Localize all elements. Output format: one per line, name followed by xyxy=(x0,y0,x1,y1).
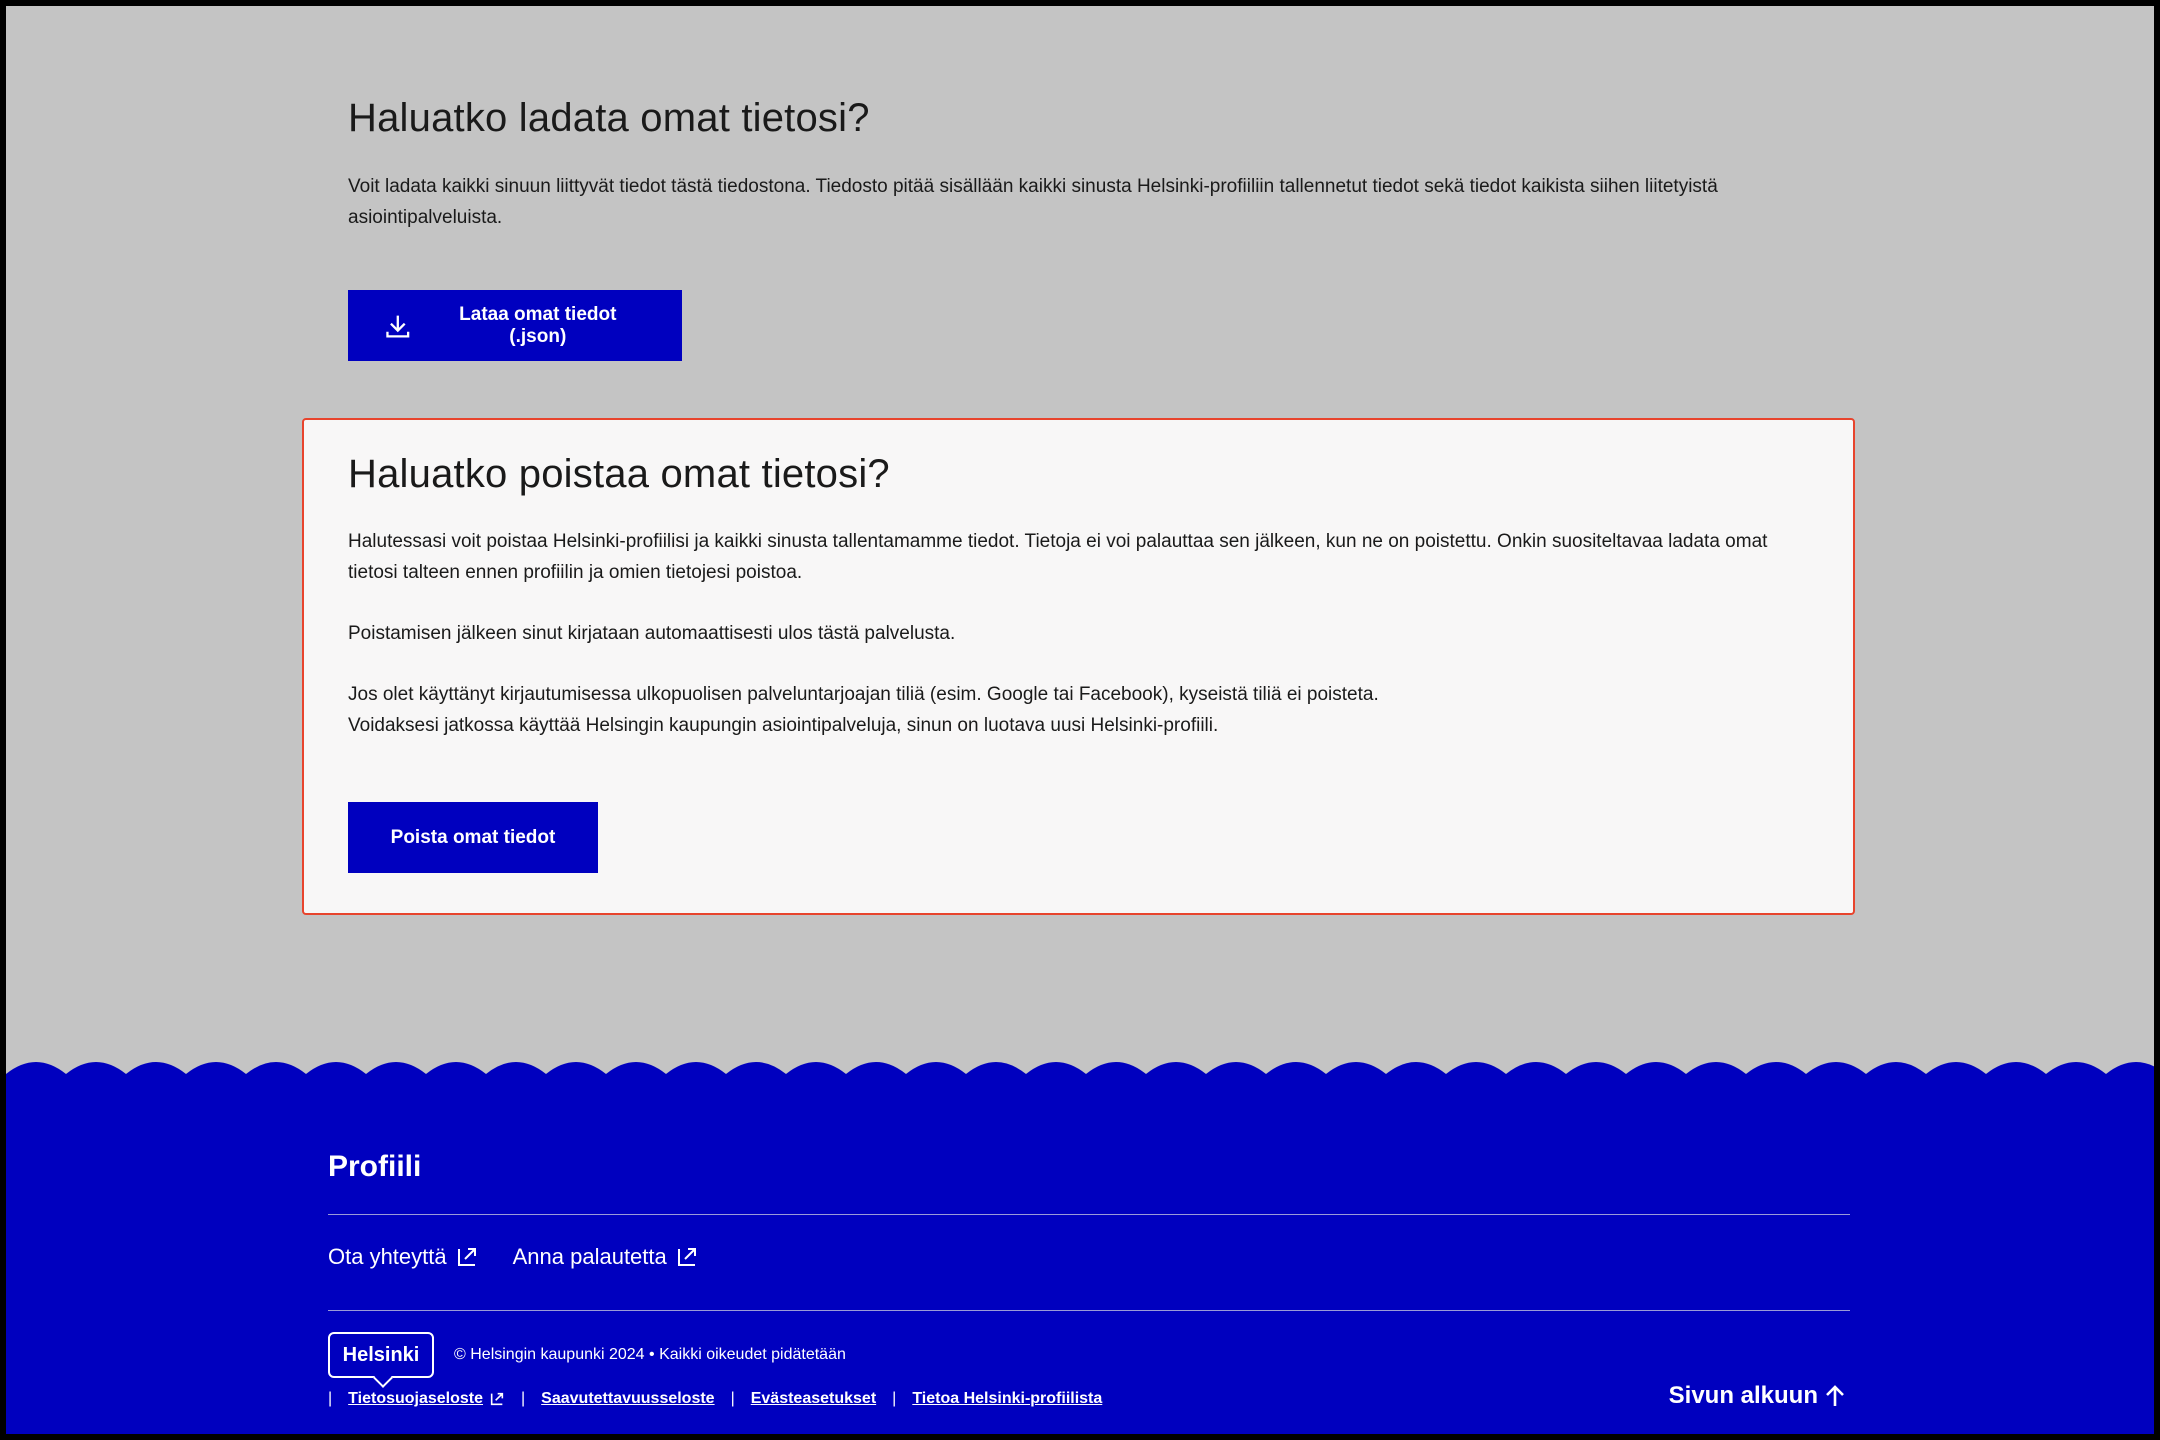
feedback-link-label: Anna palautetta xyxy=(512,1244,667,1269)
footer-title: Profiili xyxy=(328,1150,422,1183)
accessibility-statement-link[interactable]: Saavutettavuusseloste xyxy=(541,1390,714,1408)
privacy-policy-link[interactable]: Tietosuojaseloste xyxy=(348,1390,505,1408)
back-to-top-link[interactable]: Sivun alkuun xyxy=(1669,1382,1846,1410)
legal-separator: | xyxy=(730,1390,735,1407)
footer-links: Ota yhteyttä Anna palautetta xyxy=(328,1244,699,1270)
arrow-up-icon xyxy=(1826,1385,1844,1406)
legal-separator: | xyxy=(521,1390,526,1407)
legal-links: | Tietosuojaseloste | Saavutettavuusselo… xyxy=(328,1390,1118,1408)
contact-link-label: Ota yhteyttä xyxy=(328,1244,447,1269)
download-description: Voit ladata kaikki sinuun liittyvät tied… xyxy=(348,176,1718,228)
download-section: Haluatko ladata omat tietosi? Voit ladat… xyxy=(348,96,1828,361)
delete-title: Haluatko poistaa omat tietosi? xyxy=(348,452,890,496)
footer-brand: Helsinki © Helsingin kaupunki 2024 • Kai… xyxy=(328,1332,846,1388)
footer-divider-top xyxy=(328,1214,1850,1215)
delete-data-button[interactable]: Poista omat tiedot xyxy=(348,802,598,873)
footer: Profiili Ota yhteyttä Anna palautetta He… xyxy=(6,1046,2154,1434)
footer-divider-bottom xyxy=(328,1310,1850,1311)
download-title: Haluatko ladata omat tietosi? xyxy=(348,96,870,140)
legal-separator: | xyxy=(328,1390,333,1407)
delete-data-card: Haluatko poistaa omat tietosi? Halutessa… xyxy=(302,418,1855,915)
back-to-top-label: Sivun alkuun xyxy=(1668,1382,1818,1409)
helsinki-logo[interactable]: Helsinki xyxy=(328,1332,434,1388)
delete-paragraph-3-line-2: Voidaksesi jatkossa käyttää Helsingin ka… xyxy=(348,715,1219,736)
feedback-link[interactable]: Anna palautetta xyxy=(513,1244,699,1270)
privacy-policy-label: Tietosuojaseloste xyxy=(348,1390,484,1407)
delete-paragraph-2: Poistamisen jälkeen sinut kirjataan auto… xyxy=(348,623,956,644)
download-icon xyxy=(386,315,410,337)
download-data-button[interactable]: Lataa omat tiedot (.json) xyxy=(348,290,682,361)
helsinki-logo-text: Helsinki xyxy=(342,1343,420,1366)
external-link-icon xyxy=(677,1248,696,1266)
download-button-label: Lataa omat tiedot (.json) xyxy=(459,303,617,347)
contact-link[interactable]: Ota yhteyttä xyxy=(328,1244,479,1270)
about-profile-link[interactable]: Tietoa Helsinki-profiilista xyxy=(912,1390,1102,1408)
page: Haluatko ladata omat tietosi? Voit ladat… xyxy=(6,6,2154,1434)
cookie-settings-link[interactable]: Evästeasetukset xyxy=(751,1390,876,1408)
delete-paragraph-3-line-1: Jos olet käyttänyt kirjautumisessa ulkop… xyxy=(348,684,1379,705)
copyright-text: © Helsingin kaupunki 2024 • Kaikki oikeu… xyxy=(454,1346,846,1363)
legal-separator: | xyxy=(892,1390,897,1407)
delete-paragraph-3: Jos olet käyttänyt kirjautumisessa ulkop… xyxy=(348,679,1798,741)
external-link-icon xyxy=(457,1248,476,1266)
delete-paragraph-1: Halutessasi voit poistaa Helsinki-profii… xyxy=(348,531,1768,583)
external-link-icon xyxy=(490,1392,504,1406)
